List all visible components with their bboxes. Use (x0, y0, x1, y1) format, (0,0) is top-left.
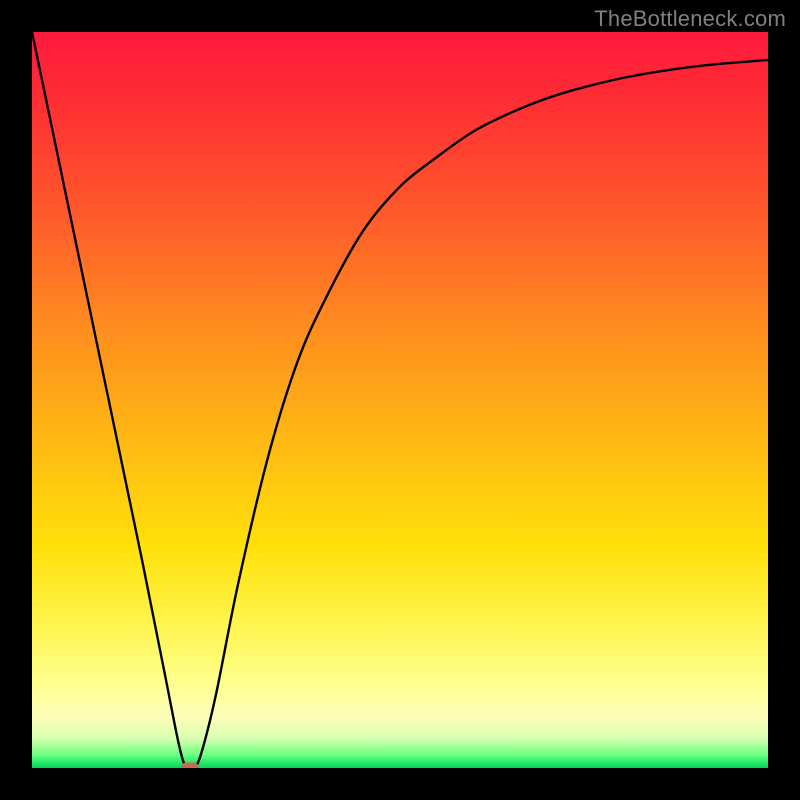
plot-area (32, 32, 768, 768)
bottleneck-curve (32, 32, 768, 768)
optimum-marker (181, 763, 199, 769)
chart-container: TheBottleneck.com (0, 0, 800, 800)
attribution-label: TheBottleneck.com (594, 6, 786, 32)
curve-path (32, 32, 768, 768)
